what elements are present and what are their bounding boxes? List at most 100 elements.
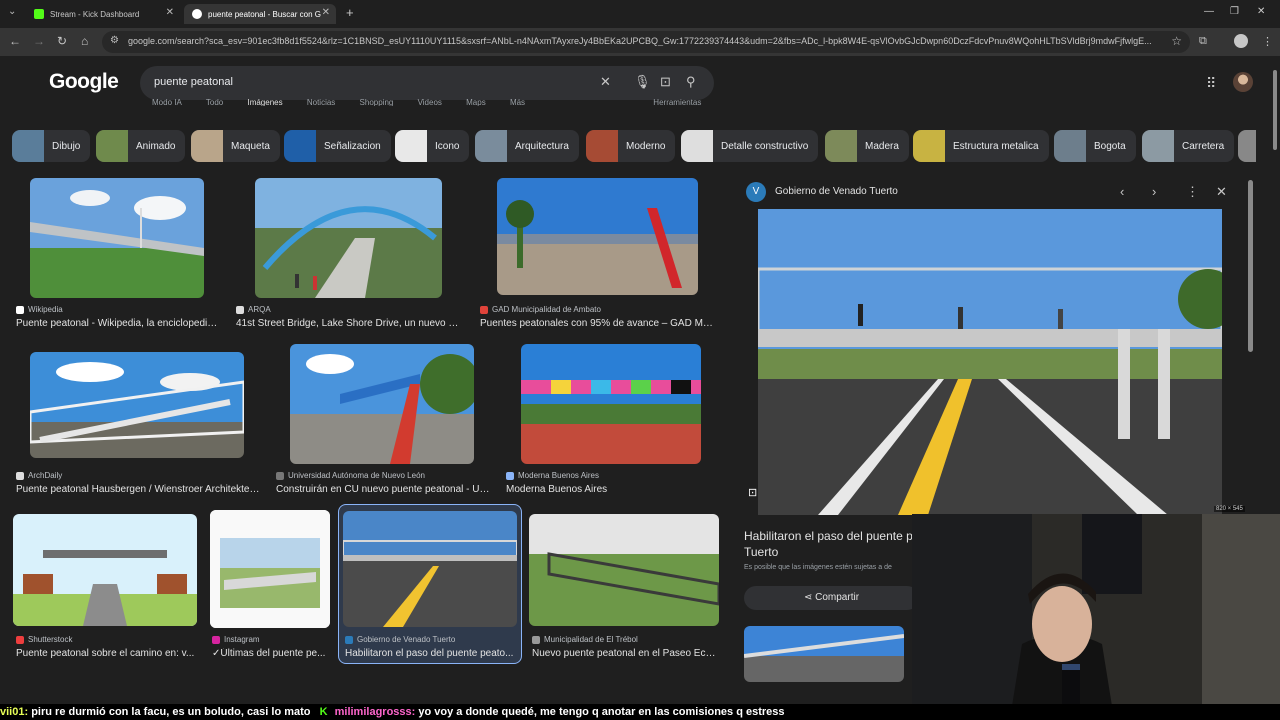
home-icon[interactable]: ⌂ [81, 34, 88, 48]
preview-title[interactable]: Habilitaron el paso del puente p Tuerto [744, 528, 914, 560]
tab-maps[interactable]: Maps [466, 98, 486, 106]
tab-search-icon[interactable]: ⌄ [8, 6, 16, 17]
result-image[interactable] [30, 352, 244, 458]
new-tab-button[interactable]: + [346, 5, 354, 20]
maximize-icon[interactable]: ❐ [1230, 6, 1239, 17]
preview-image[interactable] [758, 209, 1222, 515]
result-title[interactable]: Puente peatonal - Wikipedia, la enciclop… [16, 318, 221, 329]
google-logo[interactable]: Google [49, 70, 119, 94]
tab-modo-ia[interactable]: Modo IA [152, 98, 182, 106]
more-options-icon[interactable]: ⋮ [1186, 184, 1199, 200]
tab-google-search[interactable]: puente peatonal - Buscar con G ✕ [184, 4, 336, 24]
tab-videos[interactable]: Videos [418, 98, 442, 106]
result-title[interactable]: Puente peatonal Hausbergen / Wienstroer … [16, 484, 260, 495]
result-image[interactable] [210, 510, 330, 628]
image-result[interactable]: Moderna Buenos Aires Moderna Buenos Aire… [504, 344, 720, 496]
share-button[interactable]: ⋖ Compartir [744, 586, 919, 610]
clear-search-icon[interactable]: ✕ [600, 74, 611, 90]
search-box[interactable]: puente peatonal ✕ 🎙 ⊡ ⚲ [140, 66, 714, 100]
result-title[interactable]: Construirán en CU nuevo puente peatonal … [276, 484, 490, 495]
google-apps-icon[interactable]: ⠿ [1206, 75, 1216, 92]
menu-kebab-icon[interactable]: ⋮ [1262, 35, 1273, 48]
chip-label: Señalizacion [324, 140, 381, 152]
search-input[interactable]: puente peatonal [154, 76, 233, 88]
image-result-selected[interactable]: Gobierno de Venado Tuerto Habilitaron el… [338, 504, 522, 664]
source-label: Municipalidad de El Trébol [544, 635, 638, 644]
close-preview-icon[interactable]: ✕ [1216, 184, 1227, 200]
extensions-icon[interactable]: ⧉ [1199, 35, 1207, 48]
result-title[interactable]: Habilitaron el paso del puente peato... [345, 648, 517, 659]
result-title[interactable]: Moderna Buenos Aires [506, 484, 718, 495]
close-window-icon[interactable]: ✕ [1257, 6, 1265, 17]
bridge-photo [343, 511, 517, 627]
chip-animado[interactable]: Animado [96, 130, 186, 162]
chip-maqueta[interactable]: Maqueta [191, 130, 280, 162]
search-icon[interactable]: ⚲ [686, 74, 696, 90]
reload-icon[interactable]: ↻ [57, 34, 67, 48]
image-result[interactable]: ArchDaily Puente peatonal Hausbergen / W… [14, 344, 266, 496]
image-result[interactable]: Instagram ✓Últimas del puente pe... [208, 510, 332, 664]
previous-icon[interactable]: ‹ [1120, 184, 1124, 199]
image-result[interactable]: Municipalidad de El Trébol Nuevo puente … [528, 512, 720, 664]
browser-profile-avatar[interactable] [1234, 34, 1248, 48]
result-image[interactable] [290, 344, 474, 464]
tab-kick-dashboard[interactable]: Stream - Kick Dashboard ✕ [28, 4, 180, 24]
lens-search-icon[interactable]: ⊡ [660, 74, 671, 90]
related-image[interactable] [744, 626, 904, 682]
chip-dibujo[interactable]: Dibujo [12, 130, 91, 162]
tab-todo[interactable]: Todo [206, 98, 223, 106]
moderna-ba-favicon-icon [506, 471, 514, 480]
source-label: ArchDaily [28, 471, 63, 480]
preview-scrollbar[interactable] [1248, 180, 1253, 352]
result-title[interactable]: ✓Últimas del puente pe... [212, 648, 328, 659]
image-result[interactable]: GAD Municipalidad de Ambato Puentes peat… [478, 178, 718, 330]
result-image[interactable] [255, 178, 442, 298]
chip-thumbnail [475, 130, 507, 162]
result-title[interactable]: 41st Street Bridge, Lake Shore Drive, un… [236, 318, 462, 329]
chip-moderno[interactable]: Moderno [586, 130, 676, 162]
close-tab-icon[interactable]: ✕ [166, 7, 174, 18]
address-bar[interactable]: ⚙ google.com/search?sca_esv=901ec3fb8d1f… [102, 31, 1190, 53]
chip-bogota[interactable]: Bogota [1054, 130, 1136, 162]
preview-source[interactable]: Gobierno de Venado Tuerto [775, 186, 898, 197]
voice-search-icon[interactable]: 🎙 [634, 74, 651, 90]
account-avatar[interactable] [1233, 72, 1253, 92]
minimize-icon[interactable]: — [1204, 6, 1214, 17]
scrollbar-thumb[interactable] [1273, 70, 1277, 150]
chip-estructura-metalica[interactable]: Estructura metalica [913, 130, 1049, 162]
chip-label: Bogota [1094, 140, 1126, 152]
chip-icono[interactable]: Icono [395, 130, 470, 162]
result-image[interactable] [343, 511, 517, 627]
chip-more[interactable] [1238, 130, 1256, 162]
chip-carretera[interactable]: Carretera [1142, 130, 1235, 162]
result-image[interactable] [30, 178, 204, 298]
next-icon[interactable]: › [1152, 184, 1156, 199]
chip-arquitectura[interactable]: Arquitectura [475, 130, 579, 162]
image-result[interactable]: ARQA 41st Street Bridge, Lake Shore Driv… [234, 178, 464, 330]
image-result[interactable]: Universidad Autónoma de Nuevo León Const… [274, 344, 494, 496]
result-title[interactable]: Puentes peatonales con 95% de avance – G… [480, 318, 716, 329]
forward-icon[interactable]: → [33, 34, 45, 48]
back-icon[interactable]: ← [9, 34, 21, 48]
chip-senalizacion[interactable]: Señalizacion [284, 130, 391, 162]
result-image[interactable] [529, 514, 719, 626]
result-title[interactable]: Puente peatonal sobre el camino en: v... [16, 648, 196, 659]
image-result[interactable]: Wikipedia Puente peatonal - Wikipedia, l… [14, 178, 224, 330]
site-info-icon[interactable]: ⚙ [110, 35, 119, 46]
lens-search-icon[interactable]: ⊡ [748, 486, 757, 499]
bookmark-star-icon[interactable]: ☆ [1171, 34, 1182, 48]
result-image[interactable] [497, 178, 698, 295]
chip-thumbnail [1142, 130, 1174, 162]
tab-mas[interactable]: Más [510, 98, 525, 106]
chip-madera[interactable]: Madera [825, 130, 909, 162]
chip-detalle-constructivo[interactable]: Detalle constructivo [681, 130, 819, 162]
close-tab-icon[interactable]: ✕ [322, 7, 330, 18]
result-title[interactable]: Nuevo puente peatonal en el Paseo Ecol..… [532, 648, 718, 659]
tab-shopping[interactable]: Shopping [360, 98, 394, 106]
result-image[interactable] [521, 344, 701, 464]
tab-herramientas[interactable]: Herramientas [653, 98, 701, 106]
tab-imagenes[interactable]: Imágenes [247, 98, 282, 106]
image-result[interactable]: Shutterstock Puente peatonal sobre el ca… [12, 512, 200, 664]
tab-noticias[interactable]: Noticias [307, 98, 335, 106]
result-image[interactable] [13, 514, 197, 626]
